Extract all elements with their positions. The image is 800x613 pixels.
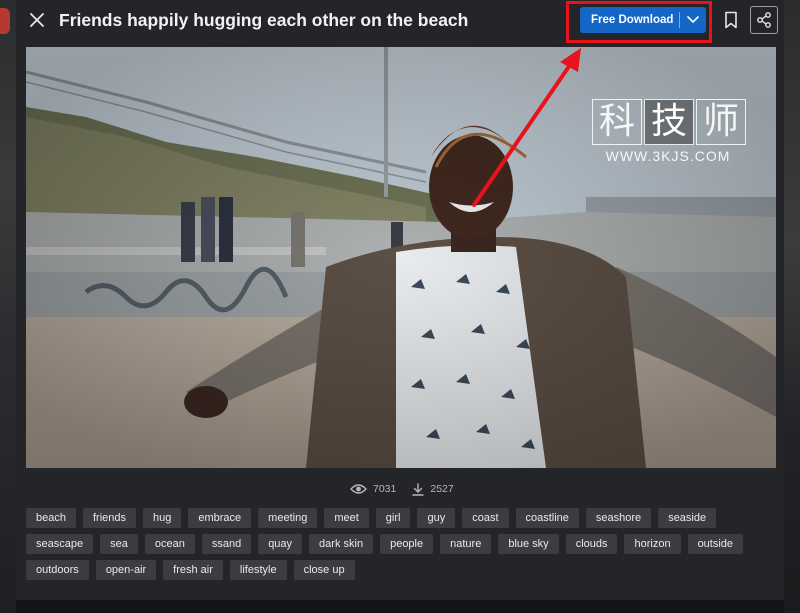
tag-chip[interactable]: lifestyle [229,560,287,580]
tag-chip[interactable]: hug [143,508,182,528]
share-icon [757,12,771,28]
tag-chip[interactable]: sea [100,534,138,554]
watermark: 科 技 师 WWW.3KJS.COM [592,99,752,169]
watermark-url: WWW.3KJS.COM [605,148,731,164]
highlight-annotation-box [566,1,712,43]
background-logo-fragment [0,8,10,34]
close-icon [30,13,44,27]
tag-chip[interactable]: blue sky [498,534,559,554]
tag-list: beach friends hug embrace meeting meet girl guy… [26,508,781,580]
page-title: Friends happily hugging each other on th… [59,10,469,30]
tag-chip[interactable]: people [380,534,434,554]
tag-chip[interactable]: fresh air [163,560,223,580]
tag-chip[interactable]: beach [26,508,76,528]
download-icon [412,482,425,496]
bookmark-button[interactable] [722,9,740,31]
watermark-char: 师 [696,99,746,145]
tag-chip[interactable]: embrace [188,508,252,528]
tag-chip[interactable]: open-air [95,560,157,580]
modal-header: Friends happily hugging each other on th… [16,0,784,44]
tag-chip[interactable]: seashore [585,508,652,528]
eye-icon [350,484,367,494]
background-page-left [0,0,16,613]
preview-photo[interactable]: 科 技 师 WWW.3KJS.COM [26,47,776,468]
tag-chip[interactable]: girl [375,508,411,528]
tag-chip[interactable]: friends [82,508,137,528]
tag-chip[interactable]: outdoors [26,560,89,580]
tag-chip[interactable]: horizon [624,534,681,554]
tag-chip[interactable]: ocean [144,534,195,554]
tag-chip[interactable]: quay [258,534,303,554]
watermark-char: 技 [644,99,694,145]
background-page-right [784,0,800,613]
tag-chip[interactable]: close up [293,560,355,580]
tag-chip[interactable]: dark skin [309,534,374,554]
tag-chip[interactable]: guy [417,508,456,528]
tag-chip[interactable]: coastline [515,508,579,528]
tag-chip[interactable]: meeting [258,508,318,528]
tag-chip[interactable]: seascape [26,534,94,554]
views-count: 7031 [373,483,397,495]
close-button[interactable] [26,9,48,31]
photo-stats: 7031 2527 [350,480,454,498]
tag-chip[interactable]: nature [440,534,492,554]
tag-chip[interactable]: clouds [565,534,618,554]
downloads-count: 2527 [430,483,454,495]
tag-chip[interactable]: seaside [658,508,717,528]
tag-chip[interactable]: outside [687,534,744,554]
share-button[interactable] [750,6,778,34]
preview-modal: Friends happily hugging each other on th… [16,0,784,600]
watermark-char: 科 [592,99,642,145]
tag-chip[interactable]: coast [462,508,509,528]
tag-chip[interactable]: meet [324,508,369,528]
tag-chip[interactable]: ssand [201,534,252,554]
bookmark-icon [725,11,737,29]
